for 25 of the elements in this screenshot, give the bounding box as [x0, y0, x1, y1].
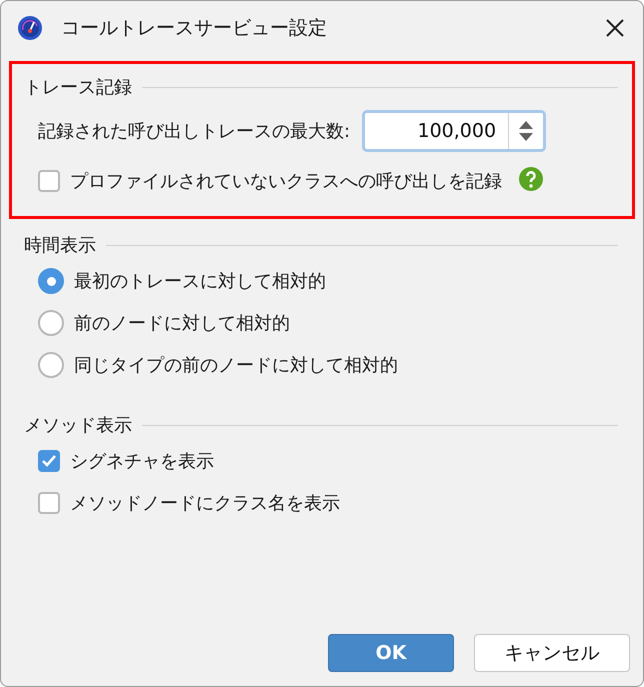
ok-button[interactable]: OK	[328, 634, 454, 672]
radio-label: 最初のトレースに対して相対的	[74, 270, 326, 293]
radio-button[interactable]	[38, 352, 64, 378]
checkbox[interactable]	[38, 492, 60, 514]
section-title: 時間表示	[24, 234, 96, 257]
up-down-arrows-icon[interactable]	[518, 120, 534, 142]
field-label: 記録された呼び出しトレースの最大数:	[38, 120, 350, 143]
radio-button[interactable]	[38, 268, 64, 294]
checkbox-label: プロファイルされていないクラスへの呼び出しを記録	[70, 170, 502, 193]
checkbox-label: メソッドノードにクラス名を表示	[70, 492, 340, 515]
number-spinner[interactable]: 100,000	[362, 110, 546, 152]
cancel-button[interactable]: キャンセル	[474, 634, 630, 672]
section-title: メソッド表示	[24, 414, 132, 437]
checkbox-label: シグネチャを表示	[70, 450, 214, 473]
radio-button[interactable]	[38, 310, 64, 336]
checkbox[interactable]	[38, 450, 60, 472]
radio-label: 同じタイプの前のノードに対して相対的	[74, 354, 398, 377]
section-title: トレース記録	[24, 76, 132, 99]
radio-label: 前のノードに対して相対的	[74, 312, 290, 335]
check-icon	[41, 454, 57, 468]
window-title: コールトレースサービュー設定	[61, 16, 328, 41]
checkbox[interactable]	[38, 170, 60, 192]
number-field[interactable]: 100,000	[365, 113, 508, 149]
gauge-icon	[17, 15, 43, 41]
help-icon[interactable]	[518, 166, 544, 192]
